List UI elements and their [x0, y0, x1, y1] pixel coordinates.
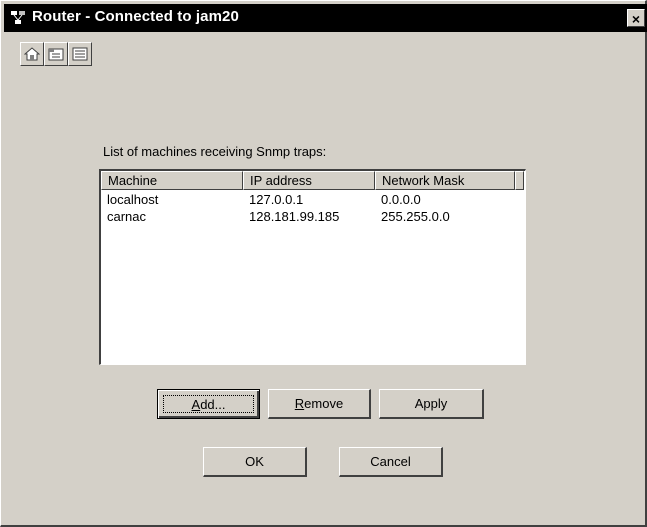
cell-machine: localhost [107, 192, 159, 207]
remove-button[interactable]: Remove [268, 389, 371, 419]
close-icon: × [631, 11, 641, 27]
list-view-button[interactable] [68, 42, 92, 66]
list-row[interactable]: carnac 128.181.99.185 255.255.0.0 [101, 209, 524, 226]
home-icon [24, 47, 40, 61]
add-label: dd... [200, 397, 226, 412]
focus-rect: Add... [163, 395, 254, 413]
cell-machine: carnac [107, 209, 147, 224]
router-dialog: Router - Connected to jam20 × List of ma… [0, 0, 647, 527]
remove-label: emove [304, 396, 344, 411]
cell-network-mask: 0.0.0.0 [381, 192, 421, 207]
home-button[interactable] [20, 42, 44, 66]
cell-ip-address: 127.0.0.1 [249, 192, 304, 207]
column-header-filler [515, 171, 524, 190]
apply-button[interactable]: Apply [379, 389, 484, 419]
traps-list-label: List of machines receiving Snmp traps: [103, 144, 327, 159]
list-view-icon [72, 47, 88, 61]
close-button[interactable]: × [627, 9, 645, 27]
ok-button[interactable]: OK [203, 447, 307, 477]
network-router-icon [10, 10, 26, 26]
title-bar[interactable]: Router - Connected to jam20 × [4, 4, 647, 32]
add-button[interactable]: Add... [157, 389, 260, 419]
traps-listview[interactable]: Machine IP address Network Mask localhos… [99, 169, 526, 365]
list-rows: localhost 127.0.0.1 0.0.0.0 carnac 128.1… [101, 192, 524, 226]
remove-mnemonic: R [294, 396, 305, 411]
cell-network-mask: 255.255.0.0 [381, 209, 450, 224]
add-mnemonic: A [191, 397, 201, 412]
list-row[interactable]: localhost 127.0.0.1 0.0.0.0 [101, 192, 524, 209]
cell-ip-address: 128.181.99.185 [249, 209, 340, 224]
window-title: Router - Connected to jam20 [32, 8, 239, 25]
column-header-network-mask[interactable]: Network Mask [375, 171, 515, 190]
column-header-ip-address[interactable]: IP address [243, 171, 375, 190]
column-header-machine[interactable]: Machine [101, 171, 243, 190]
properties-icon [48, 48, 64, 61]
list-header: Machine IP address Network Mask [101, 171, 524, 190]
cancel-button[interactable]: Cancel [339, 447, 443, 477]
properties-button[interactable] [44, 42, 68, 66]
